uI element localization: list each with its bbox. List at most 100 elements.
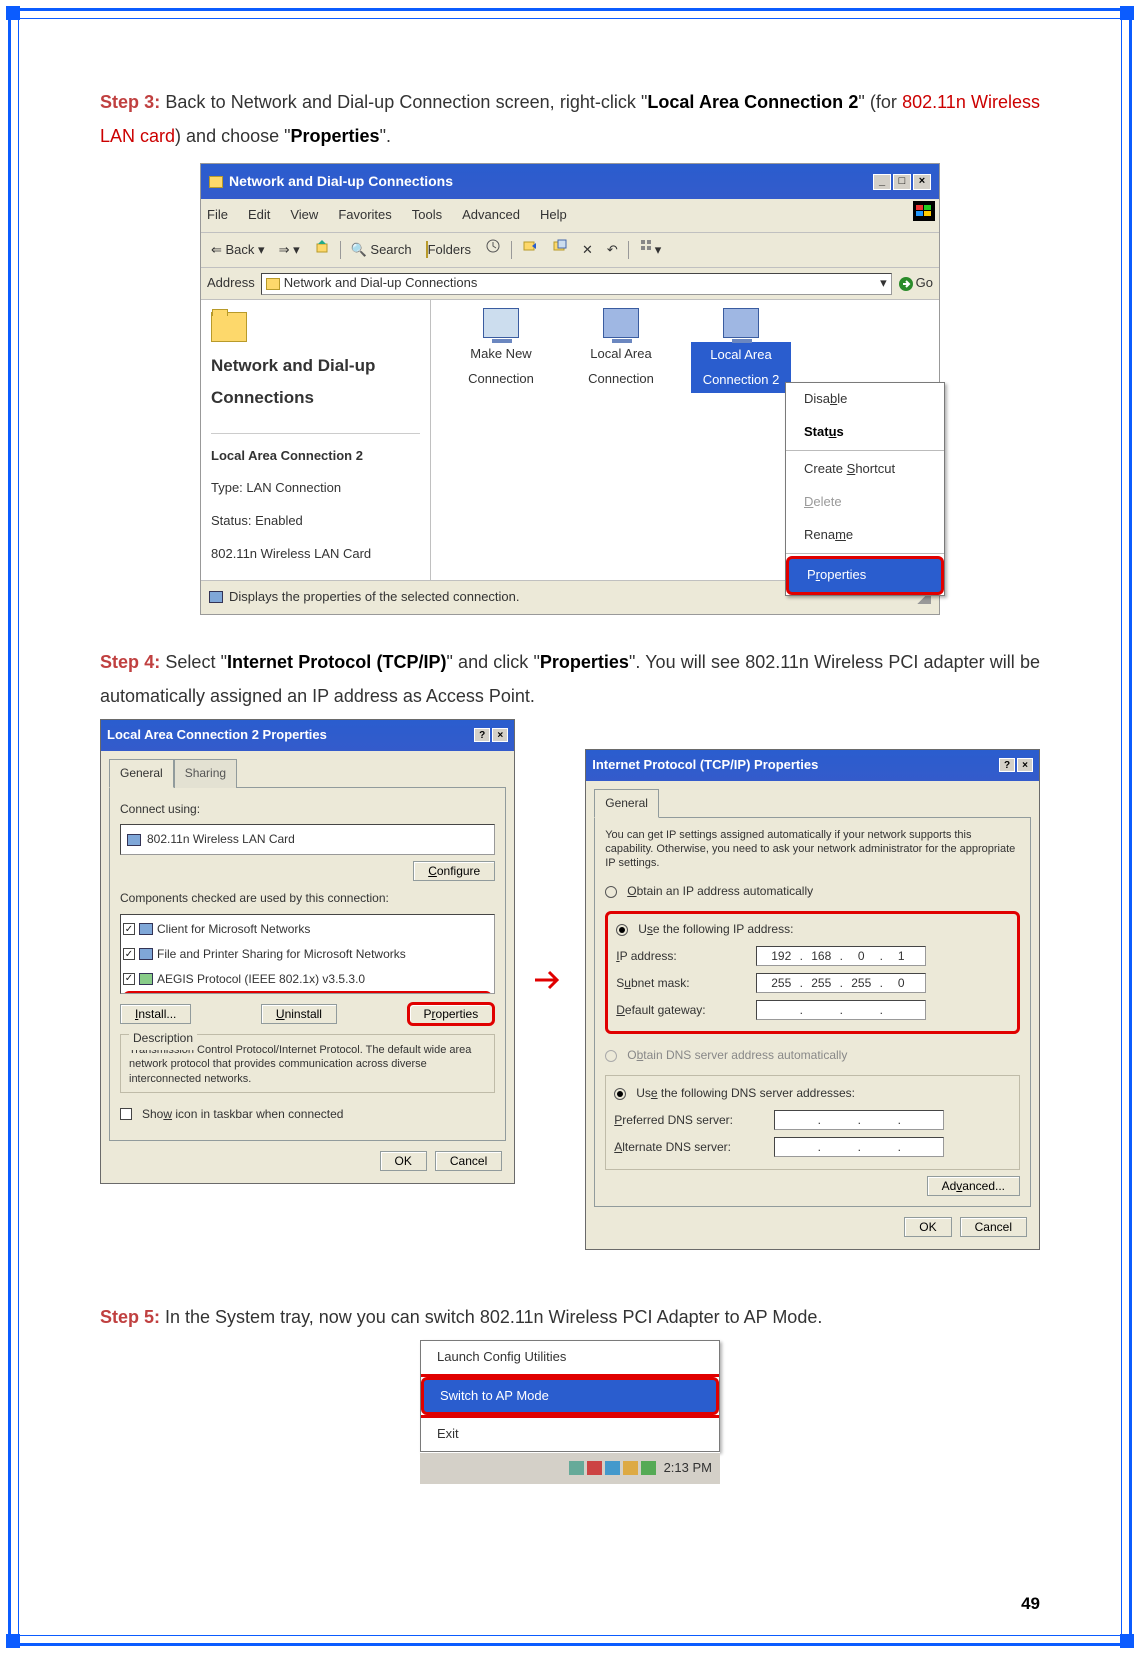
address-input[interactable]: Network and Dial-up Connections ▾ <box>261 273 892 295</box>
search-button[interactable]: 🔍 Search <box>347 236 416 265</box>
connection-icon <box>209 591 223 603</box>
menu-edit[interactable]: Edit <box>248 203 270 228</box>
intro-text: You can get IP settings assigned automat… <box>605 828 1020 871</box>
use-dns-group: Use the following DNS server addresses: … <box>605 1075 1020 1169</box>
back-button[interactable]: ⇐ Back ▾ <box>207 236 269 265</box>
tray-switch-ap-mode[interactable]: Switch to AP Mode <box>421 1377 719 1416</box>
components-list[interactable]: ✓Client for Microsoft Networks ✓File and… <box>120 914 495 994</box>
explorer-body: Network and Dial-up Connections Local Ar… <box>201 300 939 580</box>
address-label: Address <box>207 271 255 296</box>
up-button[interactable] <box>310 236 334 265</box>
install-button[interactable]: Install... <box>120 1004 191 1024</box>
ok-button[interactable]: OK <box>380 1151 427 1171</box>
help-button[interactable]: ? <box>999 758 1015 772</box>
tab-general[interactable]: General <box>109 759 174 788</box>
side-pane: Network and Dial-up Connections Local Ar… <box>201 300 431 580</box>
ip-address-input[interactable]: 192.168.0.1 <box>756 946 926 966</box>
tray-icons <box>569 1461 656 1475</box>
tray-exit[interactable]: Exit <box>421 1415 719 1451</box>
connection-properties-dialog: Local Area Connection 2 Properties ? × G… <box>100 719 515 1184</box>
copy-to-icon[interactable] <box>548 236 572 265</box>
toolbar: ⇐ Back ▾ ⇒ ▾ 🔍 Search Folders ✕ ↶ ▾ <box>201 233 939 269</box>
folder-icon <box>209 176 223 188</box>
dlg2-titlebar[interactable]: Internet Protocol (TCP/IP) Properties ? … <box>586 750 1039 781</box>
gateway-input[interactable]: ... <box>756 1000 926 1020</box>
address-bar: Address Network and Dial-up Connections … <box>201 268 939 300</box>
tab-sharing[interactable]: Sharing <box>174 759 237 788</box>
preferred-dns-input[interactable]: ... <box>774 1110 944 1130</box>
ok-button[interactable]: OK <box>904 1217 951 1237</box>
components-label: Components checked are used by this conn… <box>120 887 495 910</box>
window-titlebar[interactable]: Network and Dial-up Connections _ □ × <box>201 164 939 199</box>
adapter-field: 802.11n Wireless LAN Card <box>120 824 495 855</box>
local-area-connection-2-icon[interactable]: Local Area Connection 2 <box>691 308 791 393</box>
description-group: Description Transmission Control Protoco… <box>120 1034 495 1093</box>
page-number: 49 <box>1021 1594 1040 1614</box>
tray-icon[interactable] <box>623 1461 638 1475</box>
cancel-button[interactable]: Cancel <box>435 1151 502 1171</box>
move-to-icon[interactable] <box>518 236 542 265</box>
make-new-connection-icon[interactable]: Make New Connection <box>451 308 551 391</box>
close-button[interactable]: × <box>492 728 508 742</box>
undo-icon[interactable]: ↶ <box>603 236 622 265</box>
go-button[interactable]: Go <box>898 271 933 296</box>
alternate-dns-input[interactable]: ... <box>774 1137 944 1157</box>
tray-icon[interactable] <box>569 1461 584 1475</box>
minimize-button[interactable]: _ <box>873 174 891 190</box>
menu-tools[interactable]: Tools <box>412 203 442 228</box>
menu-advanced[interactable]: Advanced <box>462 203 520 228</box>
close-button[interactable]: × <box>913 174 931 190</box>
ctx-create-shortcut[interactable]: Create Shortcut <box>786 453 944 486</box>
help-button[interactable]: ? <box>474 728 490 742</box>
step5-label: Step 5: <box>100 1307 160 1327</box>
ctx-status[interactable]: Status <box>786 416 944 449</box>
tray-clock: 2:13 PM <box>664 1456 712 1481</box>
ctx-disable[interactable]: Disable <box>786 383 944 416</box>
show-icon-checkbox[interactable] <box>120 1108 132 1120</box>
views-button[interactable]: ▾ <box>635 236 666 265</box>
menu-help[interactable]: Help <box>540 203 567 228</box>
list-item: ✓AEGIS Protocol (IEEE 802.1x) v3.5.3.0 <box>123 967 492 992</box>
windows-flag-icon <box>913 201 935 221</box>
advanced-button[interactable]: Advanced... <box>927 1176 1020 1196</box>
tray-icon[interactable] <box>641 1461 656 1475</box>
tray-launch-config[interactable]: Launch Config Utilities <box>421 1341 719 1377</box>
ctx-properties[interactable]: Properties <box>786 556 944 595</box>
step5-paragraph: Step 5: In the System tray, now you can … <box>100 1300 1040 1334</box>
delete-icon[interactable]: ✕ <box>578 236 597 265</box>
window-title: Network and Dial-up Connections <box>229 168 453 195</box>
radio-use-ip[interactable] <box>616 924 628 936</box>
tray-icon[interactable] <box>605 1461 620 1475</box>
forward-button[interactable]: ⇒ ▾ <box>275 236 304 265</box>
properties-button[interactable]: Properties <box>407 1002 496 1026</box>
side-type: Type: LAN Connection <box>211 476 420 501</box>
adapter-icon <box>127 834 141 846</box>
menu-favorites[interactable]: Favorites <box>338 203 391 228</box>
configure-button[interactable]: Configure <box>413 861 495 881</box>
step4-paragraph: Step 4: Select "Internet Protocol (TCP/I… <box>100 645 1040 713</box>
side-sub: Local Area Connection 2 <box>211 444 420 469</box>
ctx-rename[interactable]: Rename <box>786 519 944 552</box>
side-device: 802.11n Wireless LAN Card <box>211 542 420 567</box>
dlg1-titlebar[interactable]: Local Area Connection 2 Properties ? × <box>101 720 514 751</box>
subnet-mask-input[interactable]: 255.255.255.0 <box>756 973 926 993</box>
tab-general[interactable]: General <box>594 789 659 818</box>
icon-area[interactable]: Make New Connection Local Area Connectio… <box>431 300 939 580</box>
list-item-tcpip: ✓Internet Protocol (TCP/IP) <box>123 991 492 994</box>
menu-file[interactable]: File <box>207 203 228 228</box>
tray-icon[interactable] <box>587 1461 602 1475</box>
uninstall-button[interactable]: Uninstall <box>261 1004 337 1024</box>
folders-button[interactable]: Folders <box>422 236 475 265</box>
list-item: ✓Client for Microsoft Networks <box>123 917 492 942</box>
red-arrow-icon <box>535 967 565 1001</box>
page-content: Step 3: Back to Network and Dial-up Conn… <box>100 85 1040 1484</box>
radio-use-dns[interactable] <box>614 1088 626 1100</box>
cancel-button[interactable]: Cancel <box>960 1217 1027 1237</box>
radio-obtain-ip[interactable] <box>605 886 617 898</box>
tcpip-properties-dialog: Internet Protocol (TCP/IP) Properties ? … <box>585 749 1040 1250</box>
menu-view[interactable]: View <box>290 203 318 228</box>
close-button[interactable]: × <box>1017 758 1033 772</box>
history-button[interactable] <box>481 236 505 265</box>
maximize-button[interactable]: □ <box>893 174 911 190</box>
local-area-connection-icon[interactable]: Local Area Connection <box>571 308 671 391</box>
